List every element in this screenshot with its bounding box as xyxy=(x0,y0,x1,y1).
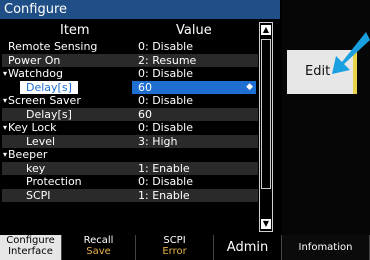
row-value: 1: Enable xyxy=(138,188,190,202)
row-watchdog-delay-selected[interactable]: Delay[s] 60 ◆ xyxy=(2,80,258,95)
softkey-information[interactable]: Infomation xyxy=(282,235,370,260)
row-remote-sensing[interactable]: Remote Sensing 0: Disable xyxy=(2,40,258,54)
settings-list: Remote Sensing 0: Disable Power On 2: Re… xyxy=(2,40,258,202)
row-label: Screen Saver xyxy=(8,94,81,107)
row-watchdog[interactable]: ▾ Watchdog 0: Disable xyxy=(2,67,258,81)
row-beeper-key[interactable]: key 1: Enable xyxy=(2,161,258,175)
vertical-scrollbar[interactable]: ▲ ▼ xyxy=(259,22,273,232)
softkey-bar: Configure Interface Recall Save SCPI Err… xyxy=(0,235,370,260)
row-label: SCPI xyxy=(26,188,51,202)
softkey-line2: Save xyxy=(86,246,111,257)
softkey-scpi-error[interactable]: SCPI Error xyxy=(136,235,214,260)
row-value: 60 xyxy=(138,107,152,121)
collapse-triangle-icon[interactable]: ▾ xyxy=(3,94,7,108)
softkey-line1: Configure xyxy=(6,235,55,246)
row-value: 2: Resume xyxy=(138,53,197,67)
column-value-header: Value xyxy=(176,23,212,38)
scroll-down-icon[interactable]: ▼ xyxy=(261,219,271,229)
row-label: Remote Sensing xyxy=(8,40,98,53)
row-beeper[interactable]: ▾ Beeper xyxy=(2,148,258,162)
softkey-recall-save[interactable]: Recall Save xyxy=(62,235,136,260)
window-title: Configure xyxy=(0,0,280,19)
row-beeper-protection[interactable]: Protection 0: Disable xyxy=(2,175,258,189)
softkey-line1: Admin xyxy=(226,240,269,255)
row-label: Key Lock xyxy=(8,121,57,134)
row-label: Watchdog xyxy=(8,67,63,80)
row-value: 60 xyxy=(138,80,152,94)
row-screen-saver-delay[interactable]: Delay[s] 60 xyxy=(2,107,258,121)
row-value: 0: Disable xyxy=(138,175,194,188)
softkey-line2: Interface xyxy=(8,246,53,257)
row-beeper-scpi[interactable]: SCPI 1: Enable xyxy=(2,188,258,202)
collapse-triangle-icon[interactable]: ▾ xyxy=(3,148,7,162)
softkey-configure-interface[interactable]: Configure Interface xyxy=(0,235,62,260)
row-value: 0: Disable xyxy=(138,40,194,53)
softkey-admin[interactable]: Admin xyxy=(214,235,282,260)
row-value: 3: High xyxy=(138,134,178,148)
row-label: Protection xyxy=(26,175,82,188)
spin-diamond-icon[interactable]: ◆ xyxy=(246,81,253,95)
delay-value-field[interactable]: 60 ◆ xyxy=(132,80,256,95)
row-value: 0: Disable xyxy=(138,94,194,107)
collapse-triangle-icon[interactable]: ▾ xyxy=(3,121,7,135)
column-item-header: Item xyxy=(60,23,90,38)
row-value: 0: Disable xyxy=(138,121,194,134)
softkey-line1: Recall xyxy=(83,235,114,246)
row-label: Level xyxy=(26,134,56,148)
row-label: Delay[s] xyxy=(26,107,72,121)
collapse-triangle-icon[interactable]: ▾ xyxy=(3,67,7,81)
row-label: Power On xyxy=(8,53,61,67)
row-value: 0: Disable xyxy=(138,67,194,80)
row-value: 1: Enable xyxy=(138,161,190,175)
softkey-line1: SCPI xyxy=(163,235,186,246)
row-label: key xyxy=(26,161,46,175)
softkey-line2: Error xyxy=(162,246,187,257)
row-power-on[interactable]: Power On 2: Resume xyxy=(2,53,258,67)
scrollbar-thumb[interactable] xyxy=(261,39,271,189)
row-key-lock-level[interactable]: Level 3: High xyxy=(2,134,258,148)
softkey-line1: Infomation xyxy=(298,242,353,253)
scroll-up-icon[interactable]: ▲ xyxy=(261,25,271,35)
row-label: Delay[s] xyxy=(20,80,78,94)
row-label: Beeper xyxy=(8,148,48,161)
row-screen-saver[interactable]: ▾ Screen Saver 0: Disable xyxy=(2,94,258,108)
row-key-lock[interactable]: ▾ Key Lock 0: Disable xyxy=(2,121,258,135)
column-header: Item Value xyxy=(0,22,258,39)
pointer-arrow-icon xyxy=(332,32,370,74)
